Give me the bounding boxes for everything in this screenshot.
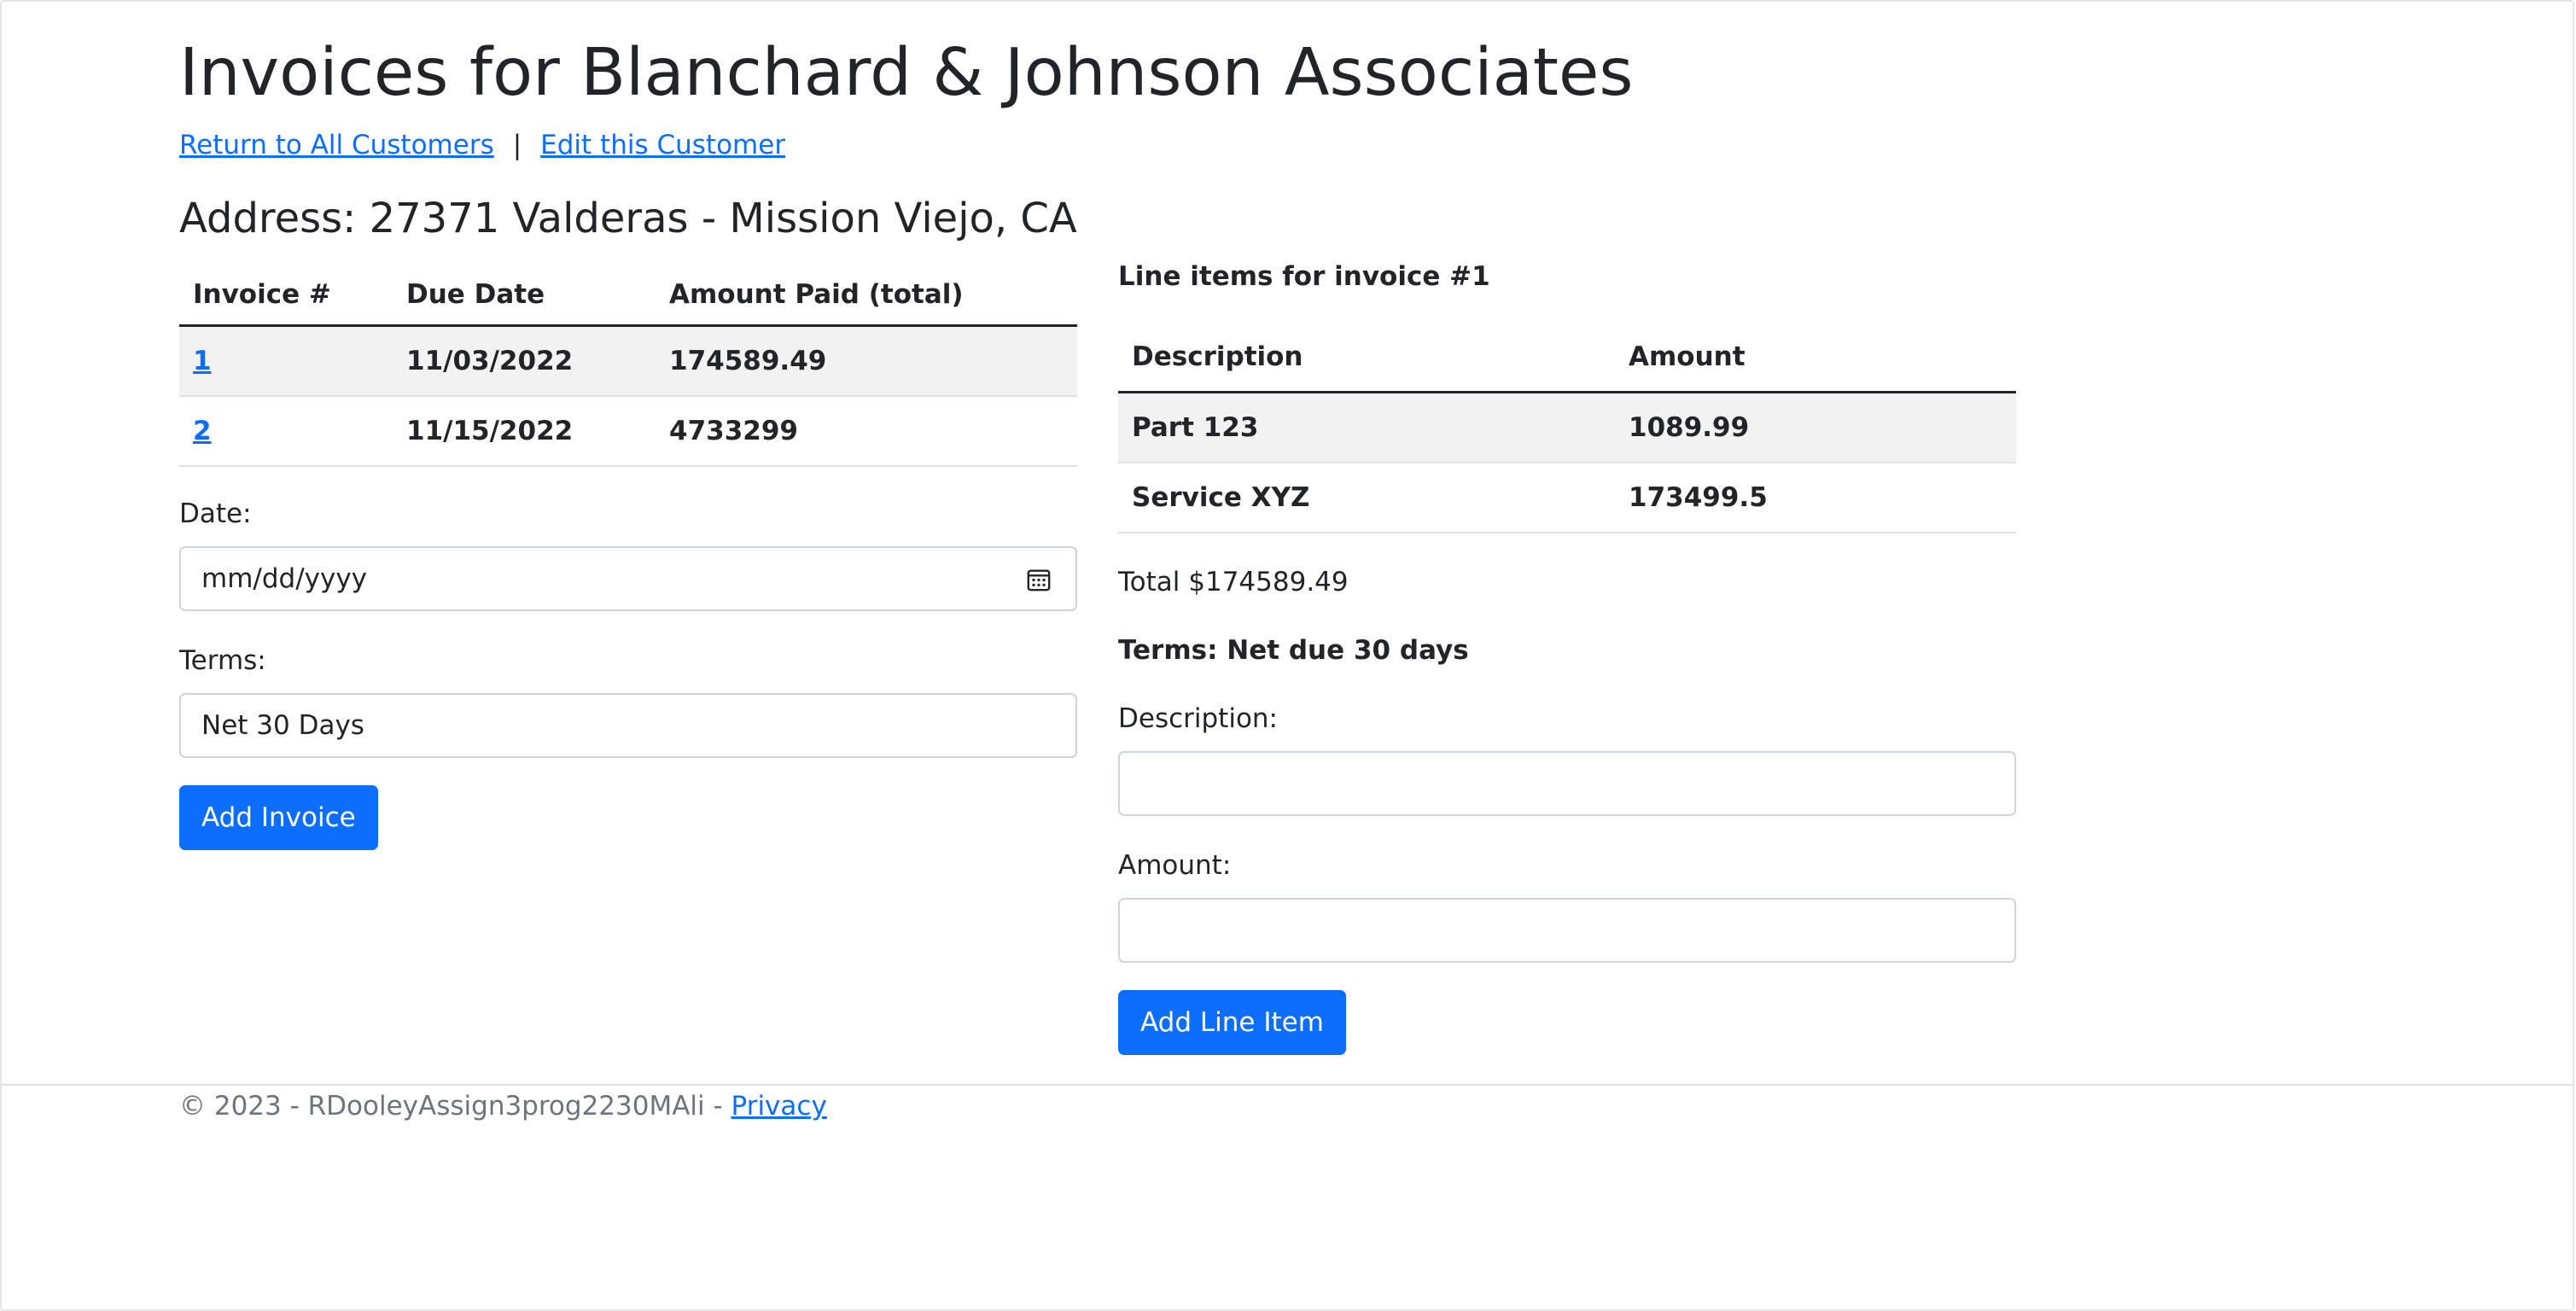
amount-field[interactable]	[1118, 898, 2016, 963]
invoice-terms: Terms: Net due 30 days	[1118, 635, 1469, 666]
line-items-table: Description Amount Part 123 1089.99 Serv…	[1118, 323, 2016, 533]
date-field[interactable]	[179, 546, 1077, 611]
amount-input[interactable]	[1140, 915, 1994, 946]
footer: © 2023 - RDooleyAssign3prog2230MAli - Pr…	[179, 1089, 827, 1123]
description-label: Description:	[1118, 703, 1278, 734]
add-line-item-button[interactable]: Add Line Item	[1118, 990, 1346, 1055]
amount-label: Amount:	[1118, 850, 1232, 881]
date-input[interactable]	[201, 563, 1055, 594]
line-item-row: Service XYZ 173499.5	[1118, 463, 2016, 533]
invoice-number-link[interactable]: 1	[193, 346, 212, 376]
invoice-table-header: Invoice # Due Date Amount Paid (total)	[179, 265, 1077, 327]
invoice-row: 2 11/15/2022 4733299	[179, 396, 1077, 467]
page-title: Invoices for Blanchard & Johnson Associa…	[179, 35, 1634, 111]
invoice-row: 1 11/03/2022 174589.49	[179, 325, 1077, 397]
invoice-due-date: 11/15/2022	[393, 396, 656, 467]
column-header-amount-paid: Amount Paid (total)	[656, 265, 1077, 327]
terms-label: Terms:	[179, 645, 266, 676]
column-header-description: Description	[1118, 323, 1615, 393]
line-item-amount: 173499.5	[1615, 463, 2016, 533]
footer-divider	[0, 1084, 2574, 1086]
line-item-description: Service XYZ	[1118, 463, 1615, 533]
customer-nav: Return to All Customers | Edit this Custom…	[179, 126, 785, 164]
return-to-customers-link[interactable]: Return to All Customers	[179, 130, 494, 160]
invoice-number-link[interactable]: 2	[193, 416, 212, 446]
line-item-amount: 1089.99	[1615, 392, 2016, 463]
line-item-row: Part 123 1089.99	[1118, 392, 2016, 463]
invoice-amount-paid: 174589.49	[656, 325, 1077, 397]
date-label: Date:	[179, 498, 252, 529]
add-invoice-button[interactable]: Add Invoice	[179, 785, 378, 850]
line-items-heading: Line items for invoice #1	[1118, 261, 1490, 292]
description-field[interactable]	[1118, 751, 2016, 816]
terms-field[interactable]	[179, 693, 1077, 758]
column-header-amount: Amount	[1615, 323, 2016, 393]
line-items-table-header: Description Amount	[1118, 323, 2016, 393]
line-item-description: Part 123	[1118, 392, 1615, 463]
customer-address: Address: 27371 Valderas - Mission Viejo,…	[179, 195, 1077, 242]
invoice-total: Total $174589.49	[1118, 567, 1349, 597]
edit-customer-link[interactable]: Edit this Customer	[540, 130, 785, 160]
footer-copyright: © 2023 - RDooleyAssign3prog2230MAli -	[179, 1091, 731, 1122]
calendar-icon[interactable]	[1026, 567, 1052, 592]
nav-separator: |	[512, 130, 522, 160]
invoice-amount-paid: 4733299	[656, 396, 1077, 467]
privacy-link[interactable]: Privacy	[731, 1091, 827, 1122]
column-header-invoice-number: Invoice #	[179, 265, 393, 327]
invoice-table: Invoice # Due Date Amount Paid (total) 1…	[179, 265, 1077, 467]
invoice-due-date: 11/03/2022	[393, 325, 656, 397]
column-header-due-date: Due Date	[393, 265, 656, 327]
terms-input[interactable]	[201, 710, 1055, 741]
description-input[interactable]	[1140, 768, 1994, 799]
